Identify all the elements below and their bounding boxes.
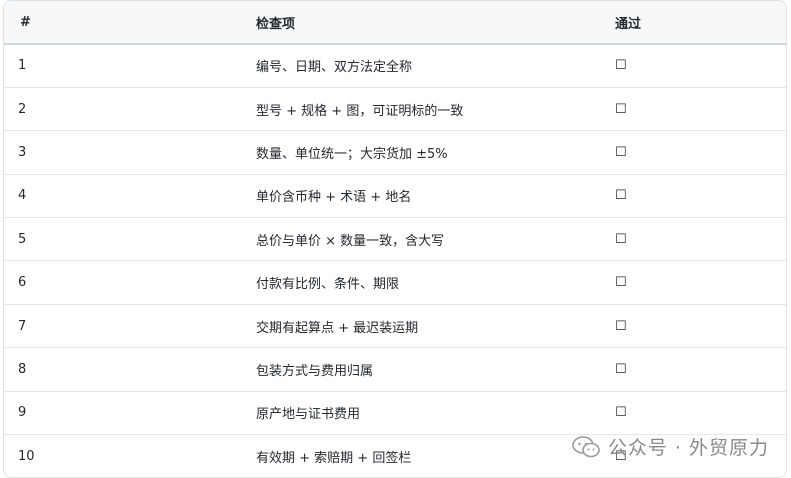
table-row: 1 编号、日期、双方法定全称 ☐ [4,44,786,88]
pass-checkbox[interactable]: ☐ [599,87,786,132]
checklist-table: # 检查项 通过 1 编号、日期、双方法定全称 ☐ 2 型号 + 规格 + 图，… [4,1,786,477]
table-row: 9 原产地与证书费用 ☐ [4,391,786,436]
table-header-row: # 检查项 通过 [4,1,786,45]
pass-checkbox[interactable]: ☐ [599,347,786,392]
row-item: 型号 + 规格 + 图，可证明标的一致 [240,87,599,132]
table-row: 4 单价含币种 + 术语 + 地名 ☐ [4,174,786,219]
checklist-table-container: # 检查项 通过 1 编号、日期、双方法定全称 ☐ 2 型号 + 规格 + 图，… [3,0,787,478]
pass-checkbox[interactable]: ☐ [599,260,786,305]
table-row: 6 付款有比例、条件、期限 ☐ [4,260,786,305]
row-number: 1 [4,44,240,88]
header-pass: 通过 [599,1,786,45]
row-number: 2 [4,87,240,132]
watermark-text: 公众号 · 外贸原力 [607,437,769,459]
row-number: 9 [4,391,240,436]
table-row: 8 包装方式与费用归属 ☐ [4,347,786,392]
row-item: 有效期 + 索赔期 + 回签栏 [256,450,412,466]
wechat-icon [572,435,600,457]
row-item: 交期有起算点 + 最迟装运期 [240,304,599,349]
row-number: 7 [4,304,240,349]
table-row: 5 总价与单价 × 数量一致，含大写 ☐ [4,217,786,262]
row-number: 6 [4,260,240,305]
row-item: 数量、单位统一；大宗货加 ±5% [240,130,599,175]
row-number: 4 [4,174,240,219]
row-item: 总价与单价 × 数量一致，含大写 [240,217,599,262]
pass-checkbox[interactable]: ☐ [599,174,786,219]
table-row: 2 型号 + 规格 + 图，可证明标的一致 ☐ [4,87,786,132]
table-row: 7 交期有起算点 + 最迟装运期 ☐ [4,304,786,349]
row-item: 单价含币种 + 术语 + 地名 [240,174,599,219]
pass-checkbox[interactable]: ☐ [599,130,786,175]
row-number: 5 [4,217,240,262]
row-number: 3 [4,130,240,175]
row-number: 8 [4,347,240,392]
pass-checkbox[interactable]: ☐ [599,44,786,88]
header-number: # [4,1,240,45]
table-row: 3 数量、单位统一；大宗货加 ±5% ☐ [4,130,786,175]
watermark: 公众号 · 外贸原力 [572,433,769,460]
row-item: 付款有比例、条件、期限 [240,260,599,305]
pass-checkbox[interactable]: ☐ [599,217,786,262]
row-number: 10 [18,448,35,464]
pass-checkbox[interactable]: ☐ [599,391,786,436]
pass-checkbox[interactable]: ☐ [599,304,786,349]
header-check-item: 检查项 [240,1,599,45]
row-item: 原产地与证书费用 [240,391,599,436]
row-item: 编号、日期、双方法定全称 [240,44,599,88]
row-item: 包装方式与费用归属 [240,347,599,392]
